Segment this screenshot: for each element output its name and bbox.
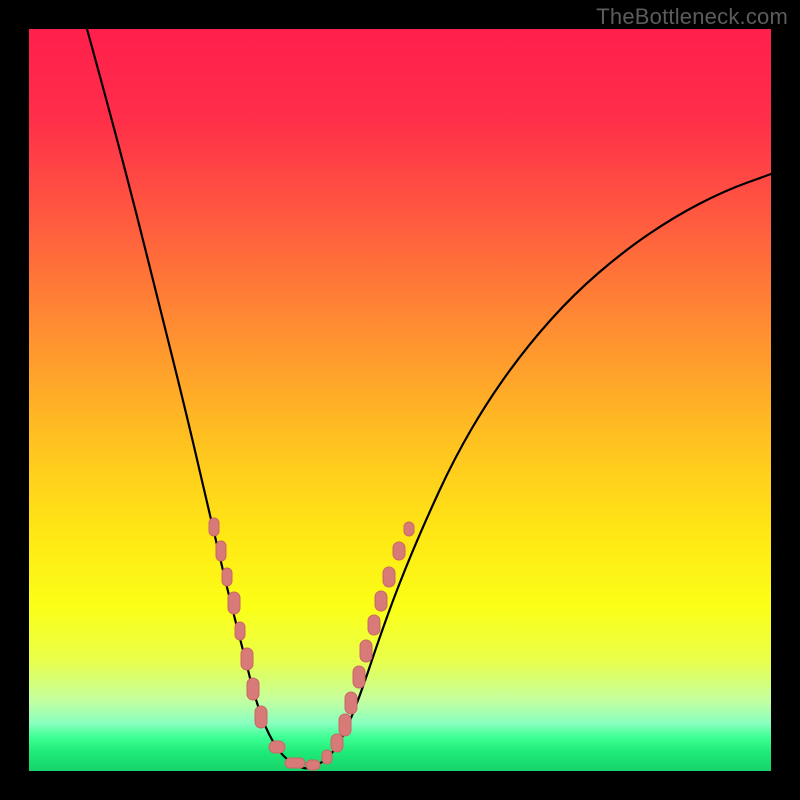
- curve-marker: [345, 692, 357, 714]
- curve-marker: [209, 518, 219, 536]
- curve-marker: [353, 666, 365, 688]
- curve-marker: [216, 541, 226, 561]
- curve-markers: [209, 518, 414, 770]
- curve-marker: [247, 678, 259, 700]
- curve-marker: [235, 622, 245, 640]
- curve-marker: [339, 714, 351, 736]
- curve-marker: [375, 591, 387, 611]
- curve-marker: [255, 706, 267, 728]
- curve-marker: [404, 522, 414, 536]
- bottleneck-curve: [87, 29, 771, 768]
- curve-marker: [241, 648, 253, 670]
- curve-marker: [331, 734, 343, 752]
- curve-marker: [383, 567, 395, 587]
- curve-marker: [360, 640, 372, 662]
- curve-marker: [393, 542, 405, 560]
- curve-marker: [322, 750, 332, 764]
- bottleneck-curve-layer: [29, 29, 771, 771]
- curve-marker: [285, 758, 305, 768]
- curve-marker: [228, 592, 240, 614]
- curve-marker: [269, 741, 285, 753]
- curve-marker: [222, 568, 232, 586]
- plot-frame: [29, 29, 771, 771]
- watermark-text: TheBottleneck.com: [596, 4, 788, 30]
- curve-marker: [306, 760, 320, 770]
- curve-marker: [368, 615, 380, 635]
